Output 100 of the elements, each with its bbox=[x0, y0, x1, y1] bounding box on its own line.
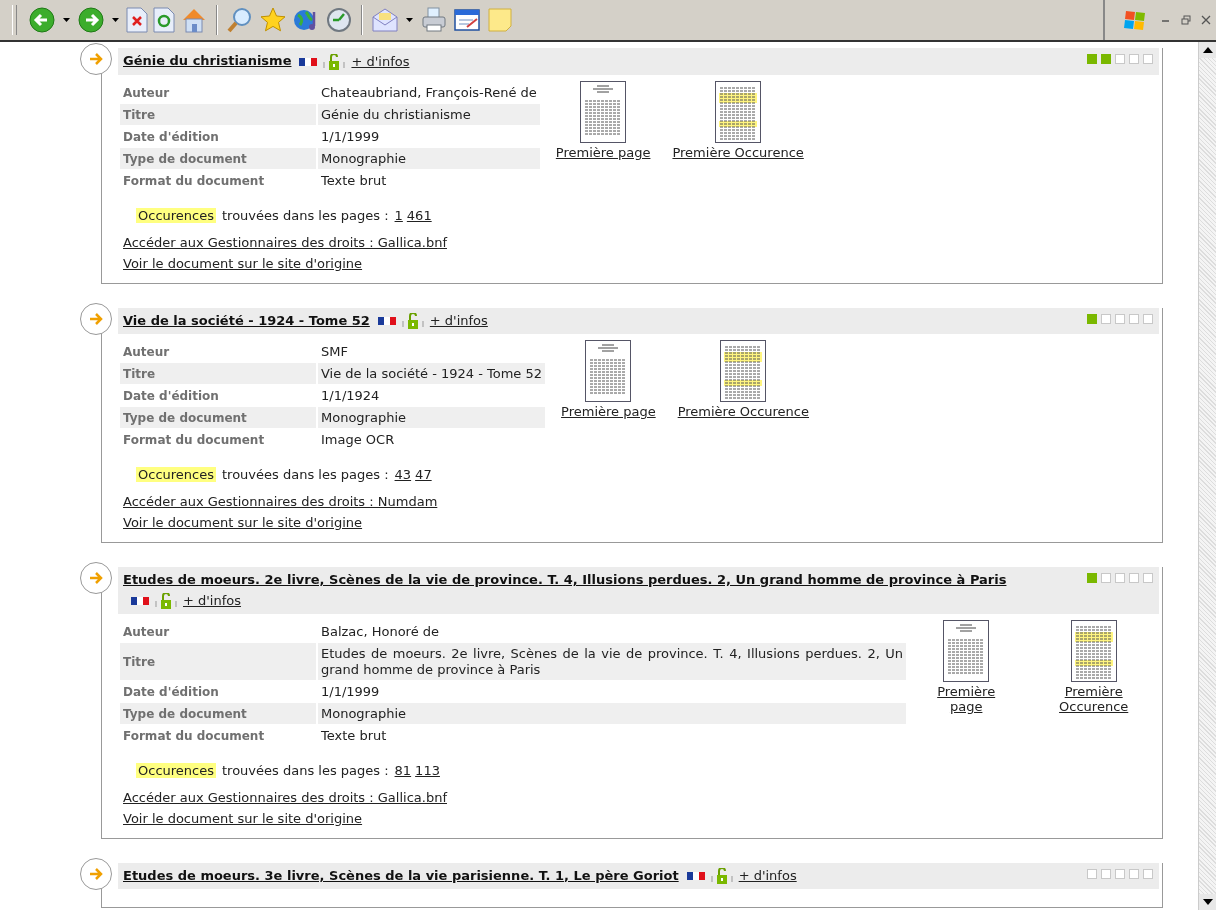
result-title-link[interactable]: Vie de la société - 1924 - Tome 52 bbox=[123, 312, 370, 328]
document-link[interactable]: Voir le document sur le site d'origine bbox=[123, 810, 363, 826]
arrow-circle-icon[interactable] bbox=[79, 561, 113, 595]
page-link[interactable]: 47 bbox=[415, 467, 432, 482]
search-icon[interactable] bbox=[226, 6, 254, 34]
highlighted-page-thumbnail[interactable] bbox=[720, 340, 767, 402]
back-icon[interactable] bbox=[28, 6, 56, 34]
open-lock-icon bbox=[155, 592, 177, 609]
restore-icon[interactable] bbox=[1181, 15, 1191, 25]
rating-square bbox=[1115, 313, 1125, 324]
thumbnail-link[interactable]: Première page bbox=[922, 683, 1011, 714]
document-link[interactable]: Voir le document sur le site d'origine bbox=[123, 515, 363, 530]
rating-square bbox=[1101, 54, 1111, 64]
page-link[interactable]: 113 bbox=[415, 762, 440, 778]
mail-icon[interactable] bbox=[371, 7, 399, 33]
result-title-link[interactable]: Etudes de moeurs. 3e livre, Scènes de la vie parisienne. T. 1, Le père Goriot bbox=[123, 867, 679, 883]
thumbnail-link[interactable]: Première Occurence bbox=[672, 144, 804, 160]
rating-square bbox=[1143, 54, 1153, 64]
page-link[interactable]: 43 bbox=[394, 467, 412, 482]
highlighted-page-thumbnail[interactable] bbox=[715, 80, 762, 143]
dropdown-caret-icon[interactable] bbox=[406, 18, 413, 22]
scroll-up-icon[interactable] bbox=[1202, 47, 1213, 53]
rating-square bbox=[1115, 573, 1125, 583]
french-flag-icon bbox=[686, 872, 705, 880]
arrow-circle-icon[interactable] bbox=[79, 856, 113, 891]
field-value: 1/1/1999 bbox=[320, 682, 381, 701]
history-icon[interactable] bbox=[325, 6, 353, 34]
document-link[interactable]: Voir le document sur le site d'origine bbox=[123, 255, 363, 271]
thumbnail-link[interactable]: Première page bbox=[555, 144, 651, 160]
field-value: 1/1/1999 bbox=[320, 127, 381, 146]
field-label: Type de document bbox=[120, 147, 316, 169]
refresh-icon[interactable] bbox=[153, 7, 175, 33]
rating-square bbox=[1115, 54, 1125, 64]
page-thumbnail[interactable] bbox=[943, 619, 990, 682]
field-value: Monographie bbox=[318, 147, 540, 169]
field-label: Type de document bbox=[120, 702, 316, 724]
document-link[interactable]: Accéder aux Gestionnaires des droits : Gallica.bnf bbox=[123, 789, 447, 805]
more-info-link[interactable]: + d'infos bbox=[351, 51, 410, 72]
page-link[interactable]: 461 bbox=[406, 207, 432, 223]
field-label: Titre bbox=[120, 642, 316, 680]
field-label: Date d'édition bbox=[122, 388, 220, 405]
occurrences-text: trouvées dans les pages : bbox=[222, 762, 389, 778]
forward-icon[interactable] bbox=[77, 6, 105, 34]
printer-icon[interactable] bbox=[420, 6, 448, 34]
field-value: Vie de la société - 1924 - Tome 52 bbox=[318, 363, 546, 384]
field-value: Texte brut bbox=[320, 726, 388, 745]
field-value: Monographie bbox=[318, 407, 546, 428]
french-flag-icon bbox=[299, 57, 318, 66]
scrollbar[interactable] bbox=[1198, 42, 1216, 910]
arrow-circle-icon[interactable] bbox=[79, 301, 113, 336]
document-link[interactable]: Accéder aux Gestionnaires des droits : Gallica.bnf bbox=[123, 234, 447, 250]
close-icon[interactable] bbox=[1201, 15, 1211, 25]
highlighted-page-thumbnail[interactable] bbox=[1070, 619, 1117, 682]
field-label: Titre bbox=[120, 103, 316, 125]
field-value: Monographie bbox=[318, 702, 906, 724]
page-link[interactable]: 81 bbox=[394, 762, 412, 778]
field-value: Etudes de moeurs. 2e livre, Scènes de la vie de province. T. 4, Illusions perdues. 2, Un grand homme de province à Paris bbox=[318, 642, 906, 680]
windows-logo-icon bbox=[1122, 9, 1148, 31]
field-label: Auteur bbox=[122, 84, 171, 102]
french-flag-icon bbox=[131, 596, 149, 605]
rating-square bbox=[1143, 313, 1153, 324]
open-lock-icon bbox=[710, 868, 733, 884]
rating-square bbox=[1143, 868, 1153, 879]
field-value: Image OCR bbox=[320, 431, 396, 449]
rating-square bbox=[1087, 573, 1097, 583]
page-thumbnail[interactable] bbox=[580, 80, 627, 143]
arrow-circle-icon[interactable] bbox=[79, 42, 113, 76]
rating-square bbox=[1087, 313, 1097, 324]
dropdown-caret-icon[interactable] bbox=[63, 18, 70, 22]
field-label: Titre bbox=[120, 363, 316, 384]
thumbnail-link[interactable]: Première Occurence bbox=[677, 404, 809, 419]
more-info-link[interactable]: + d'infos bbox=[738, 866, 797, 886]
rating-square bbox=[1101, 868, 1111, 879]
page-link[interactable]: 1 bbox=[394, 207, 403, 223]
stop-icon[interactable] bbox=[126, 7, 148, 33]
rating-square bbox=[1129, 54, 1139, 64]
field-value: Chateaubriand, François-René de bbox=[320, 83, 538, 102]
rating-square bbox=[1129, 573, 1139, 583]
rating-square bbox=[1087, 868, 1097, 879]
french-flag-icon bbox=[377, 317, 396, 325]
field-value: Texte brut bbox=[320, 171, 388, 190]
star-icon[interactable] bbox=[259, 6, 287, 34]
more-info-link[interactable]: + d'infos bbox=[183, 590, 241, 611]
document-link[interactable]: Accéder aux Gestionnaires des droits : Numdam bbox=[123, 494, 438, 509]
rating-square bbox=[1129, 868, 1139, 879]
result-title-link[interactable]: Génie du christianisme bbox=[123, 53, 292, 68]
page-thumbnail[interactable] bbox=[585, 340, 632, 402]
rating-square bbox=[1115, 868, 1125, 879]
thumbnail-link[interactable]: Première Occurence bbox=[1032, 683, 1155, 714]
thumbnail-link[interactable]: Première page bbox=[561, 404, 656, 419]
field-value: 1/1/1924 bbox=[320, 387, 381, 405]
result-title-link[interactable]: Etudes de moeurs. 2e livre, Scènes de la vie de province. T. 4, Illusions perdues. 2, Un grand homme de province à Paris bbox=[123, 572, 1007, 587]
edit-window-icon[interactable] bbox=[453, 7, 481, 33]
scroll-down-icon[interactable] bbox=[1202, 899, 1213, 905]
rating-square bbox=[1101, 313, 1111, 324]
field-label: Date d'édition bbox=[122, 683, 220, 701]
open-lock-icon bbox=[401, 313, 424, 329]
more-info-link[interactable]: + d'infos bbox=[429, 311, 488, 331]
field-value: SMF bbox=[320, 343, 349, 361]
dropdown-caret-icon[interactable] bbox=[112, 18, 119, 22]
